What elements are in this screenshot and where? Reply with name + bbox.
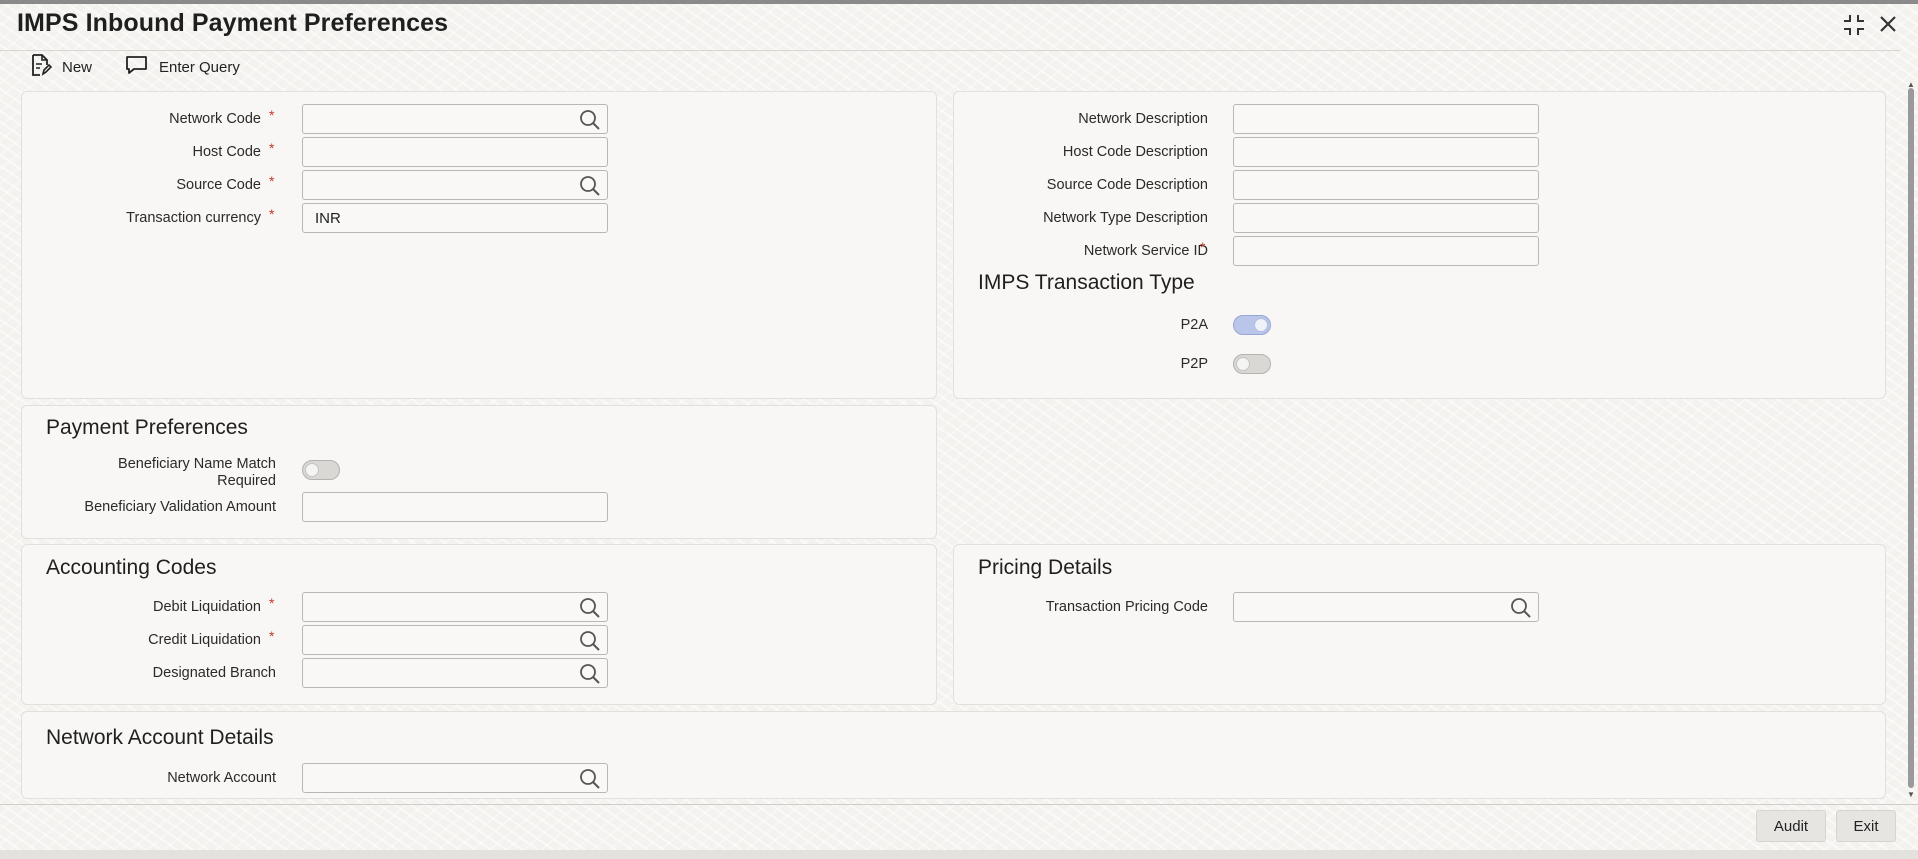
network-description-label: Network Description: [1078, 111, 1208, 127]
network-service-id-label: Network Service ID: [1083, 243, 1208, 259]
new-button[interactable]: New: [30, 53, 92, 81]
source-code-description-input[interactable]: [1233, 170, 1539, 200]
accounting-codes-title: Accounting Codes: [46, 556, 217, 579]
search-icon[interactable]: [578, 662, 602, 686]
designated-branch-label: Designated Branch: [152, 665, 276, 681]
top-strip: [0, 0, 1918, 4]
network-account-details-title: Network Account Details: [46, 726, 274, 749]
network-type-description-input[interactable]: [1233, 203, 1539, 233]
beneficiary-name-match-toggle[interactable]: [302, 460, 340, 480]
host-code-required: *: [269, 140, 275, 156]
search-icon[interactable]: [578, 596, 602, 620]
beneficiary-name-match-label-line2: Required: [217, 473, 276, 489]
beneficiary-name-match-label-line1: Beneficiary Name Match: [118, 456, 276, 472]
payment-preferences-title: Payment Preferences: [46, 416, 248, 439]
source-code-label: Source Code: [176, 177, 261, 193]
source-code-input[interactable]: [302, 170, 608, 200]
search-icon[interactable]: [578, 174, 602, 198]
p2a-toggle-knob: [1254, 318, 1268, 332]
enter-query-button-label: Enter Query: [159, 58, 240, 76]
network-code-input[interactable]: [302, 104, 608, 134]
transaction-pricing-code-input[interactable]: [1233, 592, 1539, 622]
scroll-down-arrow[interactable]: ▼: [1907, 790, 1915, 799]
search-icon[interactable]: [1509, 596, 1533, 620]
network-type-description-label: Network Type Description: [1043, 210, 1208, 226]
p2a-toggle[interactable]: [1233, 315, 1271, 335]
search-icon[interactable]: [578, 767, 602, 791]
new-document-icon: [30, 53, 53, 81]
beneficiary-name-match-toggle-knob: [305, 463, 319, 477]
transaction-currency-value: INR: [315, 210, 341, 227]
source-code-description-label: Source Code Description: [1046, 177, 1208, 193]
title-divider: [0, 50, 1900, 51]
footer-divider: [0, 804, 1918, 805]
search-icon[interactable]: [578, 108, 602, 132]
debit-liquidation-input[interactable]: [302, 592, 608, 622]
network-account-input[interactable]: [302, 763, 608, 793]
new-button-label: New: [62, 58, 93, 76]
chat-bubble-icon: [125, 54, 149, 80]
enter-query-button[interactable]: Enter Query: [125, 53, 240, 81]
network-code-label: Network Code: [169, 111, 261, 127]
page-title: IMPS Inbound Payment Preferences: [17, 9, 449, 37]
beneficiary-name-match-label: Beneficiary Name Match Required: [118, 456, 276, 490]
network-description-input[interactable]: [1233, 104, 1539, 134]
network-service-id-input[interactable]: [1233, 236, 1539, 266]
beneficiary-validation-amount-label: Beneficiary Validation Amount: [84, 499, 276, 515]
exit-button[interactable]: Exit: [1836, 810, 1896, 842]
transaction-currency-label: Transaction currency: [126, 210, 261, 226]
pricing-details-title: Pricing Details: [978, 556, 1113, 579]
credit-liquidation-label: Credit Liquidation: [148, 632, 261, 648]
p2a-label: P2A: [1180, 317, 1208, 333]
host-code-description-input[interactable]: [1233, 137, 1539, 167]
imps-transaction-type-title: IMPS Transaction Type: [978, 271, 1195, 294]
transaction-currency-required: *: [269, 206, 275, 222]
transaction-pricing-code-label: Transaction Pricing Code: [1045, 599, 1208, 615]
network-account-label: Network Account: [167, 770, 276, 786]
audit-button[interactable]: Audit: [1756, 810, 1826, 842]
host-code-label: Host Code: [192, 144, 261, 160]
network-service-id-required: *: [1200, 239, 1206, 255]
p2p-toggle-knob: [1236, 357, 1250, 371]
vertical-scrollbar[interactable]: [1908, 88, 1914, 788]
transaction-currency-input[interactable]: INR: [302, 203, 608, 233]
host-code-description-label: Host Code Description: [1062, 144, 1208, 160]
debit-liquidation-label: Debit Liquidation: [152, 599, 261, 615]
p2p-toggle[interactable]: [1233, 354, 1271, 374]
close-icon[interactable]: [1877, 13, 1899, 40]
designated-branch-input[interactable]: [302, 658, 608, 688]
host-code-input[interactable]: [302, 137, 608, 167]
credit-liquidation-input[interactable]: [302, 625, 608, 655]
maximize-icon[interactable]: [1842, 13, 1866, 42]
source-code-required: *: [269, 173, 275, 189]
search-icon[interactable]: [578, 629, 602, 653]
beneficiary-validation-amount-input[interactable]: [302, 492, 608, 522]
bottom-strip: [0, 850, 1918, 859]
network-account-details-panel: [21, 711, 1886, 799]
p2p-label: P2P: [1180, 356, 1208, 372]
debit-liquidation-required: *: [269, 595, 275, 611]
network-code-required: *: [269, 107, 275, 123]
credit-liquidation-required: *: [269, 628, 275, 644]
